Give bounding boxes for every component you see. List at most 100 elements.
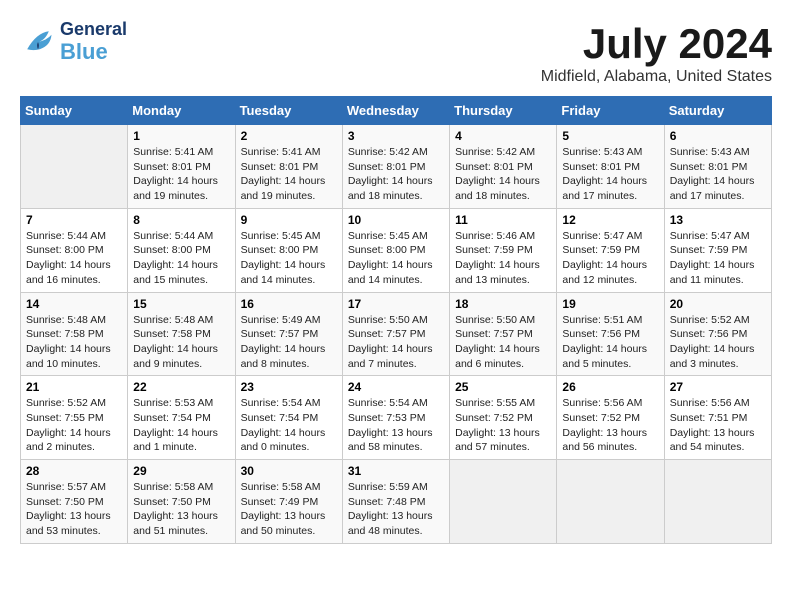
cell-content: Sunrise: 5:41 AMSunset: 8:01 PMDaylight:… <box>133 145 229 204</box>
logo-general-text: General <box>60 20 127 40</box>
logo-icon <box>20 24 56 60</box>
calendar-cell: 24 Sunrise: 5:54 AMSunset: 7:53 PMDayligh… <box>342 376 449 460</box>
weekday-header: Wednesday <box>342 97 449 125</box>
day-number: 23 <box>241 380 337 394</box>
cell-content: Sunrise: 5:43 AMSunset: 8:01 PMDaylight:… <box>670 145 766 204</box>
cell-content: Sunrise: 5:59 AMSunset: 7:48 PMDaylight:… <box>348 480 444 539</box>
calendar-cell: 3 Sunrise: 5:42 AMSunset: 8:01 PMDaylight… <box>342 125 449 209</box>
cell-content: Sunrise: 5:51 AMSunset: 7:56 PMDaylight:… <box>562 313 658 372</box>
day-number: 12 <box>562 213 658 227</box>
day-number: 21 <box>26 380 122 394</box>
month-title: July 2024 <box>541 20 772 68</box>
day-number: 27 <box>670 380 766 394</box>
cell-content: Sunrise: 5:50 AMSunset: 7:57 PMDaylight:… <box>348 313 444 372</box>
weekday-header: Tuesday <box>235 97 342 125</box>
calendar-cell: 16Sunrise: 5:49 AMSunset: 7:57 PMDayligh… <box>235 292 342 376</box>
calendar-cell <box>664 460 771 544</box>
cell-content: Sunrise: 5:52 AMSunset: 7:55 PMDaylight:… <box>26 396 122 455</box>
calendar-cell: 1 Sunrise: 5:41 AMSunset: 8:01 PMDaylight… <box>128 125 235 209</box>
day-number: 3 <box>348 129 444 143</box>
calendar-cell: 30 Sunrise: 5:58 AMSunset: 7:49 PMDayligh… <box>235 460 342 544</box>
calendar-table: SundayMondayTuesdayWednesdayThursdayFrid… <box>20 96 772 544</box>
calendar-cell: 25 Sunrise: 5:55 AMSunset: 7:52 PMDayligh… <box>450 376 557 460</box>
calendar-cell: 22 Sunrise: 5:53 AMSunset: 7:54 PMDayligh… <box>128 376 235 460</box>
day-number: 13 <box>670 213 766 227</box>
calendar-cell: 19 Sunrise: 5:51 AMSunset: 7:56 PMDayligh… <box>557 292 664 376</box>
day-number: 28 <box>26 464 122 478</box>
calendar-cell: 5Sunrise: 5:43 AMSunset: 8:01 PMDaylight… <box>557 125 664 209</box>
logo-text-group: General Blue <box>60 20 127 64</box>
cell-content: Sunrise: 5:55 AMSunset: 7:52 PMDaylight:… <box>455 396 551 455</box>
cell-content: Sunrise: 5:47 AMSunset: 7:59 PMDaylight:… <box>670 229 766 288</box>
day-number: 30 <box>241 464 337 478</box>
day-number: 24 <box>348 380 444 394</box>
calendar-cell: 29Sunrise: 5:58 AMSunset: 7:50 PMDayligh… <box>128 460 235 544</box>
logo: General Blue <box>20 20 127 64</box>
title-area: July 2024 Midfield, Alabama, United Stat… <box>541 20 772 86</box>
day-number: 8 <box>133 213 229 227</box>
day-number: 7 <box>26 213 122 227</box>
calendar-cell: 8 Sunrise: 5:44 AMSunset: 8:00 PMDaylight… <box>128 208 235 292</box>
cell-content: Sunrise: 5:46 AMSunset: 7:59 PMDaylight:… <box>455 229 551 288</box>
cell-content: Sunrise: 5:52 AMSunset: 7:56 PMDaylight:… <box>670 313 766 372</box>
day-number: 17 <box>348 297 444 311</box>
calendar-week-row: 28Sunrise: 5:57 AMSunset: 7:50 PMDayligh… <box>21 460 772 544</box>
cell-content: Sunrise: 5:41 AMSunset: 8:01 PMDaylight:… <box>241 145 337 204</box>
calendar-week-row: 7 Sunrise: 5:44 AMSunset: 8:00 PMDaylight… <box>21 208 772 292</box>
day-number: 2 <box>241 129 337 143</box>
cell-content: Sunrise: 5:42 AMSunset: 8:01 PMDaylight:… <box>348 145 444 204</box>
day-number: 31 <box>348 464 444 478</box>
day-number: 19 <box>562 297 658 311</box>
day-number: 25 <box>455 380 551 394</box>
calendar-cell: 17 Sunrise: 5:50 AMSunset: 7:57 PMDayligh… <box>342 292 449 376</box>
cell-content: Sunrise: 5:47 AMSunset: 7:59 PMDaylight:… <box>562 229 658 288</box>
weekday-header: Monday <box>128 97 235 125</box>
weekday-header: Sunday <box>21 97 128 125</box>
cell-content: Sunrise: 5:53 AMSunset: 7:54 PMDaylight:… <box>133 396 229 455</box>
calendar-cell <box>450 460 557 544</box>
calendar-cell: 21 Sunrise: 5:52 AMSunset: 7:55 PMDayligh… <box>21 376 128 460</box>
day-number: 14 <box>26 297 122 311</box>
calendar-cell: 4Sunrise: 5:42 AMSunset: 8:01 PMDaylight… <box>450 125 557 209</box>
calendar-cell <box>557 460 664 544</box>
day-number: 16 <box>241 297 337 311</box>
day-number: 26 <box>562 380 658 394</box>
day-number: 22 <box>133 380 229 394</box>
calendar-cell: 18 Sunrise: 5:50 AMSunset: 7:57 PMDayligh… <box>450 292 557 376</box>
calendar-cell: 7 Sunrise: 5:44 AMSunset: 8:00 PMDaylight… <box>21 208 128 292</box>
weekday-header: Saturday <box>664 97 771 125</box>
weekday-header-row: SundayMondayTuesdayWednesdayThursdayFrid… <box>21 97 772 125</box>
calendar-cell: 26Sunrise: 5:56 AMSunset: 7:52 PMDayligh… <box>557 376 664 460</box>
calendar-week-row: 21 Sunrise: 5:52 AMSunset: 7:55 PMDayligh… <box>21 376 772 460</box>
calendar-cell: 9Sunrise: 5:45 AMSunset: 8:00 PMDaylight… <box>235 208 342 292</box>
day-number: 10 <box>348 213 444 227</box>
cell-content: Sunrise: 5:45 AMSunset: 8:00 PMDaylight:… <box>241 229 337 288</box>
calendar-cell <box>21 125 128 209</box>
cell-content: Sunrise: 5:44 AMSunset: 8:00 PMDaylight:… <box>133 229 229 288</box>
calendar-week-row: 14 Sunrise: 5:48 AMSunset: 7:58 PMDayligh… <box>21 292 772 376</box>
calendar-cell: 12 Sunrise: 5:47 AMSunset: 7:59 PMDayligh… <box>557 208 664 292</box>
calendar-cell: 10 Sunrise: 5:45 AMSunset: 8:00 PMDayligh… <box>342 208 449 292</box>
day-number: 18 <box>455 297 551 311</box>
calendar-cell: 27Sunrise: 5:56 AMSunset: 7:51 PMDayligh… <box>664 376 771 460</box>
cell-content: Sunrise: 5:50 AMSunset: 7:57 PMDaylight:… <box>455 313 551 372</box>
calendar-cell: 2 Sunrise: 5:41 AMSunset: 8:01 PMDaylight… <box>235 125 342 209</box>
calendar-cell: 6 Sunrise: 5:43 AMSunset: 8:01 PMDaylight… <box>664 125 771 209</box>
day-number: 1 <box>133 129 229 143</box>
cell-content: Sunrise: 5:48 AMSunset: 7:58 PMDaylight:… <box>26 313 122 372</box>
cell-content: Sunrise: 5:45 AMSunset: 8:00 PMDaylight:… <box>348 229 444 288</box>
calendar-cell: 11 Sunrise: 5:46 AMSunset: 7:59 PMDayligh… <box>450 208 557 292</box>
day-number: 11 <box>455 213 551 227</box>
cell-content: Sunrise: 5:54 AMSunset: 7:53 PMDaylight:… <box>348 396 444 455</box>
cell-content: Sunrise: 5:44 AMSunset: 8:00 PMDaylight:… <box>26 229 122 288</box>
day-number: 6 <box>670 129 766 143</box>
weekday-header: Thursday <box>450 97 557 125</box>
day-number: 5 <box>562 129 658 143</box>
cell-content: Sunrise: 5:58 AMSunset: 7:49 PMDaylight:… <box>241 480 337 539</box>
logo-blue-text: Blue <box>60 40 127 64</box>
calendar-cell: 28Sunrise: 5:57 AMSunset: 7:50 PMDayligh… <box>21 460 128 544</box>
calendar-cell: 13 Sunrise: 5:47 AMSunset: 7:59 PMDayligh… <box>664 208 771 292</box>
cell-content: Sunrise: 5:48 AMSunset: 7:58 PMDaylight:… <box>133 313 229 372</box>
calendar-cell: 23Sunrise: 5:54 AMSunset: 7:54 PMDayligh… <box>235 376 342 460</box>
calendar-cell: 15Sunrise: 5:48 AMSunset: 7:58 PMDayligh… <box>128 292 235 376</box>
